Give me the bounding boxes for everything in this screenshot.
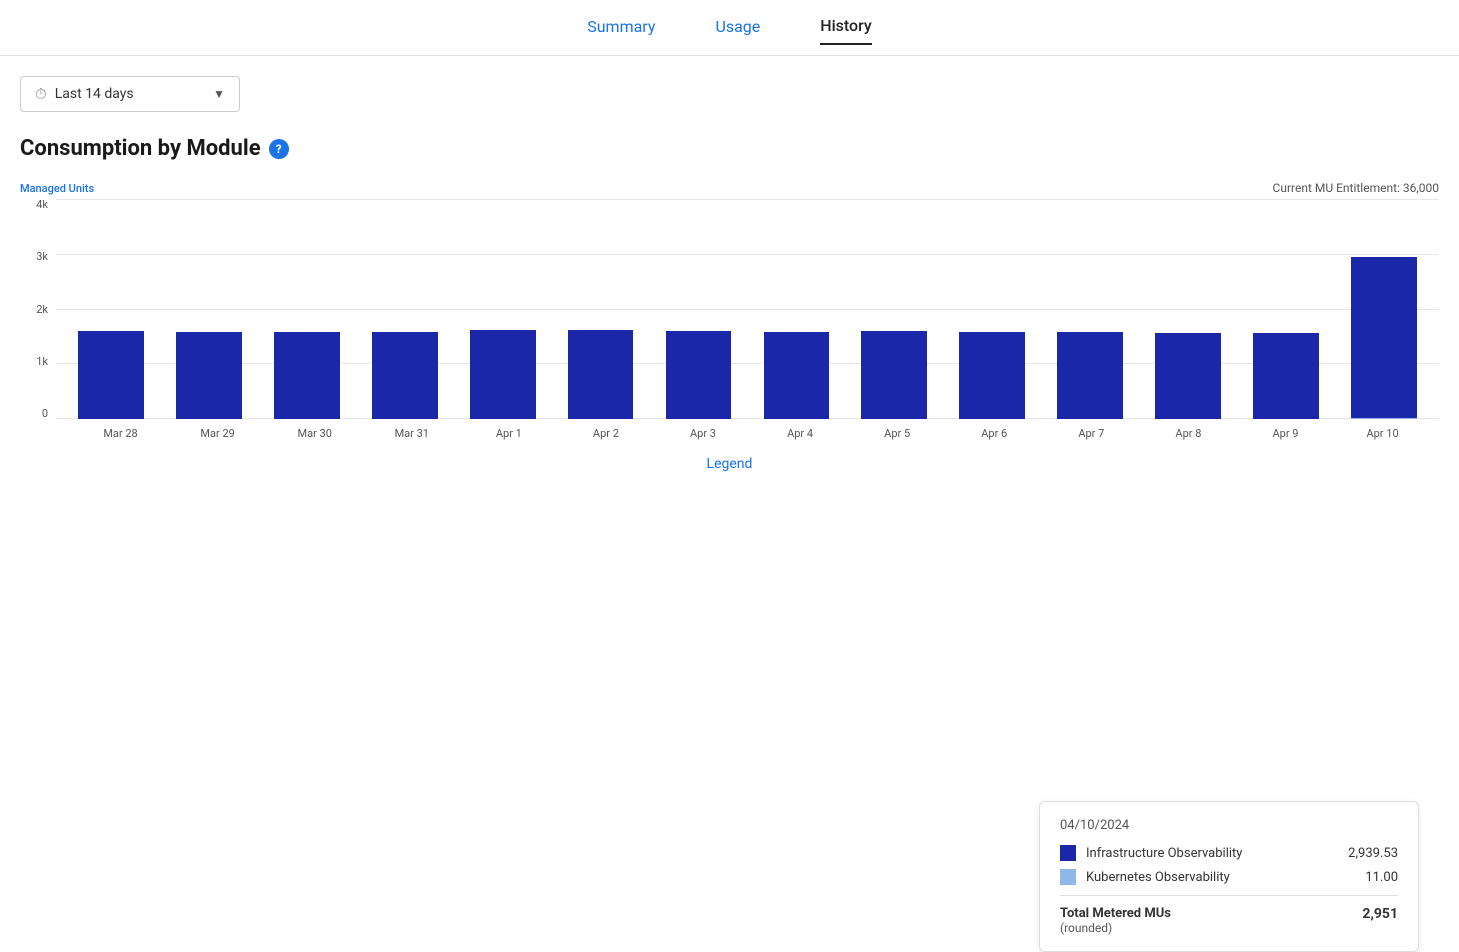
x-axis-labels: Mar 28Mar 29Mar 30Mar 31Apr 1Apr 2Apr 3A… bbox=[64, 419, 1439, 440]
bar-stack[interactable] bbox=[1057, 332, 1123, 419]
x-label: Apr 5 bbox=[849, 423, 946, 440]
x-label: Mar 31 bbox=[363, 423, 460, 440]
infra-color-box bbox=[1060, 845, 1076, 861]
bar-stack[interactable] bbox=[861, 331, 927, 419]
y-tick-1k: 1k bbox=[36, 356, 48, 367]
bar-group bbox=[162, 199, 256, 419]
x-label: Apr 9 bbox=[1237, 423, 1334, 440]
y-tick-2k: 2k bbox=[36, 304, 48, 315]
bars-wrapper bbox=[56, 199, 1439, 419]
k8s-value: 11.00 bbox=[1365, 870, 1398, 885]
bar-stack[interactable] bbox=[1155, 333, 1221, 419]
bar-segment-infra bbox=[176, 332, 242, 419]
tooltip-divider bbox=[1060, 895, 1398, 896]
bar-group bbox=[1141, 199, 1235, 419]
bar-group bbox=[1337, 199, 1431, 419]
tab-summary[interactable]: Summary bbox=[587, 17, 655, 44]
bar-segment-infra bbox=[1351, 257, 1417, 419]
tab-usage[interactable]: Usage bbox=[715, 17, 760, 44]
x-label: Apr 4 bbox=[752, 423, 849, 440]
bar-segment-infra bbox=[78, 331, 144, 419]
bar-stack[interactable] bbox=[372, 332, 438, 419]
bar-group bbox=[847, 199, 941, 419]
bar-segment-infra bbox=[959, 332, 1025, 419]
bar-group bbox=[1043, 199, 1137, 419]
bar-stack[interactable] bbox=[666, 331, 732, 419]
tooltip-total-sublabel: (rounded) bbox=[1060, 921, 1171, 935]
entitlement-label: Current MU Entitlement: 36,000 bbox=[1273, 181, 1439, 195]
x-label: Mar 28 bbox=[72, 423, 169, 440]
x-label: Apr 6 bbox=[946, 423, 1043, 440]
bar-segment-infra bbox=[372, 332, 438, 419]
bar-stack[interactable] bbox=[568, 330, 634, 419]
bar-stack[interactable] bbox=[764, 332, 830, 419]
bars-inner bbox=[56, 199, 1439, 419]
bar-segment-k8s bbox=[1351, 418, 1417, 419]
y-tick-0: 0 bbox=[42, 408, 48, 419]
chevron-down-icon: ▼ bbox=[213, 87, 225, 101]
bar-group bbox=[358, 199, 452, 419]
tooltip-row-infra: Infrastructure Observability 2,939.53 bbox=[1060, 845, 1398, 861]
tooltip-row-k8s: Kubernetes Observability 11.00 bbox=[1060, 869, 1398, 885]
y-axis-label: Managed Units bbox=[20, 182, 94, 195]
legend-link[interactable]: Legend bbox=[707, 456, 753, 472]
bar-stack[interactable] bbox=[1253, 333, 1319, 419]
bar-segment-infra bbox=[861, 331, 927, 419]
bar-group bbox=[1239, 199, 1333, 419]
date-filter-label: Last 14 days bbox=[55, 86, 134, 102]
x-label: Mar 29 bbox=[169, 423, 266, 440]
bar-stack[interactable] bbox=[78, 331, 144, 419]
tooltip-card: 04/10/2024 Infrastructure Observability … bbox=[1039, 801, 1419, 952]
bar-group bbox=[652, 199, 746, 419]
bar-group bbox=[554, 199, 648, 419]
legend-row: Legend bbox=[20, 456, 1439, 472]
x-label: Apr 10 bbox=[1334, 423, 1431, 440]
x-label: Apr 2 bbox=[557, 423, 654, 440]
y-axis: 4k 3k 2k 1k 0 bbox=[20, 199, 56, 419]
consumption-chart: Managed Units Current MU Entitlement: 36… bbox=[20, 181, 1439, 732]
bar-segment-infra bbox=[1155, 333, 1221, 419]
bar-stack[interactable] bbox=[470, 330, 536, 419]
bar-segment-infra bbox=[568, 330, 634, 419]
bar-segment-infra bbox=[764, 332, 830, 419]
tooltip-total-row: Total Metered MUs (rounded) 2,951 bbox=[1060, 906, 1398, 935]
x-label: Apr 1 bbox=[460, 423, 557, 440]
bar-stack[interactable] bbox=[959, 332, 1025, 419]
x-label: Mar 30 bbox=[266, 423, 363, 440]
bar-segment-infra bbox=[274, 332, 340, 419]
y-tick-3k: 3k bbox=[36, 251, 48, 262]
k8s-label: Kubernetes Observability bbox=[1086, 870, 1355, 885]
clock-icon: ⏱ bbox=[35, 85, 47, 103]
x-label: Apr 8 bbox=[1140, 423, 1237, 440]
tooltip-total-label: Total Metered MUs bbox=[1060, 906, 1171, 921]
bar-stack[interactable] bbox=[1351, 257, 1417, 419]
infra-value: 2,939.53 bbox=[1348, 846, 1398, 861]
bar-group bbox=[945, 199, 1039, 419]
tooltip-total-value: 2,951 bbox=[1362, 906, 1398, 922]
x-label: Apr 3 bbox=[654, 423, 751, 440]
date-filter-dropdown[interactable]: ⏱ Last 14 days ▼ bbox=[20, 76, 240, 112]
y-tick-4k: 4k bbox=[36, 199, 48, 210]
infra-label: Infrastructure Observability bbox=[1086, 846, 1338, 861]
k8s-color-box bbox=[1060, 869, 1076, 885]
tab-history[interactable]: History bbox=[820, 16, 872, 45]
bar-stack[interactable] bbox=[274, 332, 340, 419]
bar-segment-infra bbox=[1253, 333, 1319, 419]
bar-group bbox=[64, 199, 158, 419]
bar-group bbox=[456, 199, 550, 419]
x-label: Apr 7 bbox=[1043, 423, 1140, 440]
tooltip-date: 04/10/2024 bbox=[1060, 818, 1398, 833]
section-title: Consumption by Module bbox=[20, 136, 261, 161]
bar-segment-infra bbox=[470, 330, 536, 419]
bar-group bbox=[749, 199, 843, 419]
top-navigation: Summary Usage History bbox=[0, 0, 1459, 56]
bar-segment-infra bbox=[1057, 332, 1123, 419]
bar-stack[interactable] bbox=[176, 332, 242, 419]
bar-segment-infra bbox=[666, 331, 732, 419]
bar-group bbox=[260, 199, 354, 419]
help-icon[interactable]: ? bbox=[269, 139, 289, 159]
